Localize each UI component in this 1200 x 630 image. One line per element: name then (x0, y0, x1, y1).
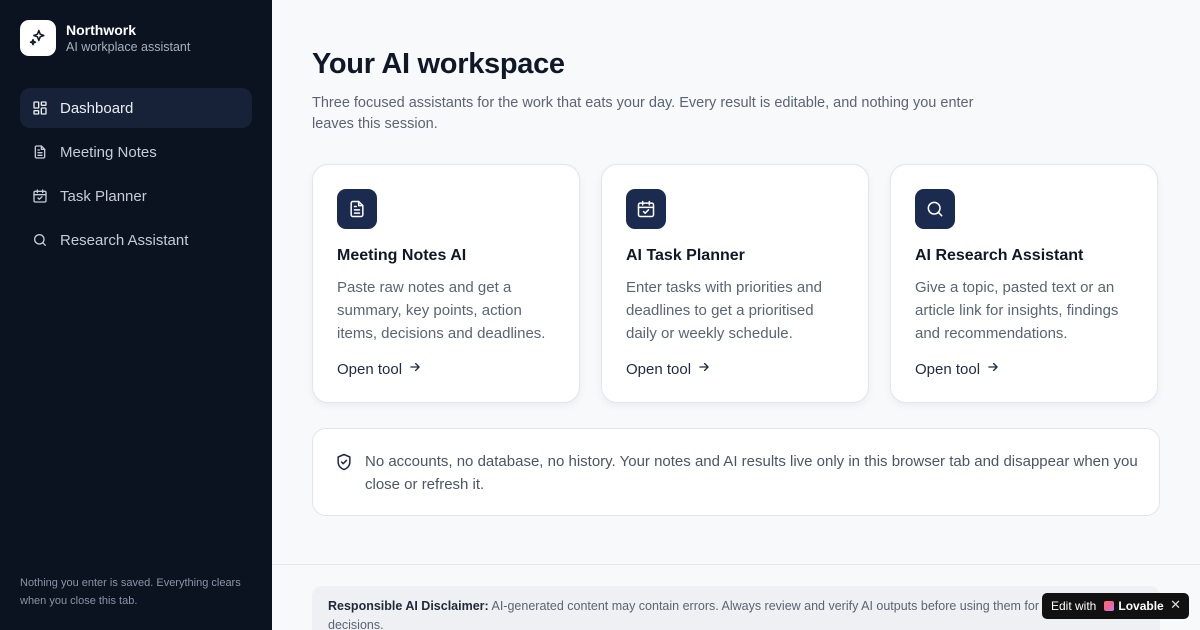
sidebar-item-task-planner[interactable]: Task Planner (20, 176, 252, 216)
sidebar-item-label: Dashboard (60, 99, 134, 117)
open-tool-link[interactable]: Open tool (337, 360, 422, 378)
privacy-notice: No accounts, no database, no history. Yo… (312, 428, 1160, 516)
open-tool-label: Open tool (626, 360, 692, 378)
sidebar-item-label: Research Assistant (60, 231, 189, 249)
search-icon (32, 232, 48, 248)
card-description: Give a topic, pasted text or an article … (915, 279, 1119, 342)
brand-subtitle: AI workplace assistant (66, 40, 191, 54)
document-icon (337, 189, 377, 229)
grid-icon (32, 100, 48, 116)
card-description: Paste raw notes and get a summary, key p… (337, 279, 546, 342)
brand[interactable]: Northwork AI workplace assistant (20, 20, 190, 56)
sidebar-footer-note: Nothing you enter is saved. Everything c… (20, 577, 241, 607)
sparkle-icon (20, 20, 56, 56)
open-tool-label: Open tool (915, 360, 981, 378)
open-tool-link[interactable]: Open tool (626, 360, 711, 378)
page-title: Your AI workspace (312, 48, 565, 80)
main-content: Your AI workspace Three focused assistan… (272, 0, 1200, 630)
calendar-check-icon (32, 188, 48, 204)
open-tool-link[interactable]: Open tool (915, 360, 1000, 378)
card-title: AI Research Assistant (915, 247, 1084, 264)
shield-check-icon (334, 452, 354, 472)
arrow-right-icon (986, 360, 1000, 378)
card-meeting-notes[interactable]: Meeting Notes AI Paste raw notes and get… (312, 164, 580, 403)
card-title: Meeting Notes AI (337, 247, 467, 264)
arrow-right-icon (697, 360, 711, 378)
card-task-planner[interactable]: AI Task Planner Enter tasks with priorit… (601, 164, 869, 403)
sidebar-item-research-assistant[interactable]: Research Assistant (20, 220, 252, 260)
divider (272, 564, 1200, 565)
sidebar-item-label: Meeting Notes (60, 143, 157, 161)
sidebar: Northwork AI workplace assistant Dashboa… (0, 0, 272, 630)
brand-name: Northwork (66, 22, 136, 38)
sidebar-nav: Dashboard Meeting Notes Task Planner Res… (20, 88, 252, 264)
privacy-notice-text: No accounts, no database, no history. Yo… (365, 453, 1138, 493)
search-icon (915, 189, 955, 229)
card-research-assistant[interactable]: AI Research Assistant Give a topic, past… (890, 164, 1158, 403)
sidebar-item-label: Task Planner (60, 187, 147, 205)
sidebar-item-meeting-notes[interactable]: Meeting Notes (20, 132, 252, 172)
close-icon[interactable]: ✕ (1170, 597, 1181, 613)
badge-brand: Lovable (1118, 599, 1164, 613)
edit-with-lovable-badge[interactable]: Edit with Lovable ✕ (1042, 593, 1189, 619)
ai-disclaimer: Responsible AI Disclaimer: AI-generated … (312, 586, 1160, 630)
tool-cards: Meeting Notes AI Paste raw notes and get… (312, 164, 1158, 403)
card-description: Enter tasks with priorities and deadline… (626, 279, 822, 342)
sidebar-item-dashboard[interactable]: Dashboard (20, 88, 252, 128)
open-tool-label: Open tool (337, 360, 403, 378)
lovable-logo-icon (1104, 601, 1115, 611)
document-icon (32, 144, 48, 160)
badge-prefix: Edit with (1051, 599, 1097, 613)
disclaimer-label: Responsible AI Disclaimer: (328, 599, 489, 613)
card-title: AI Task Planner (626, 247, 745, 264)
calendar-check-icon (626, 189, 666, 229)
arrow-right-icon (408, 360, 422, 378)
page-description: Three focused assistants for the work th… (312, 95, 974, 132)
